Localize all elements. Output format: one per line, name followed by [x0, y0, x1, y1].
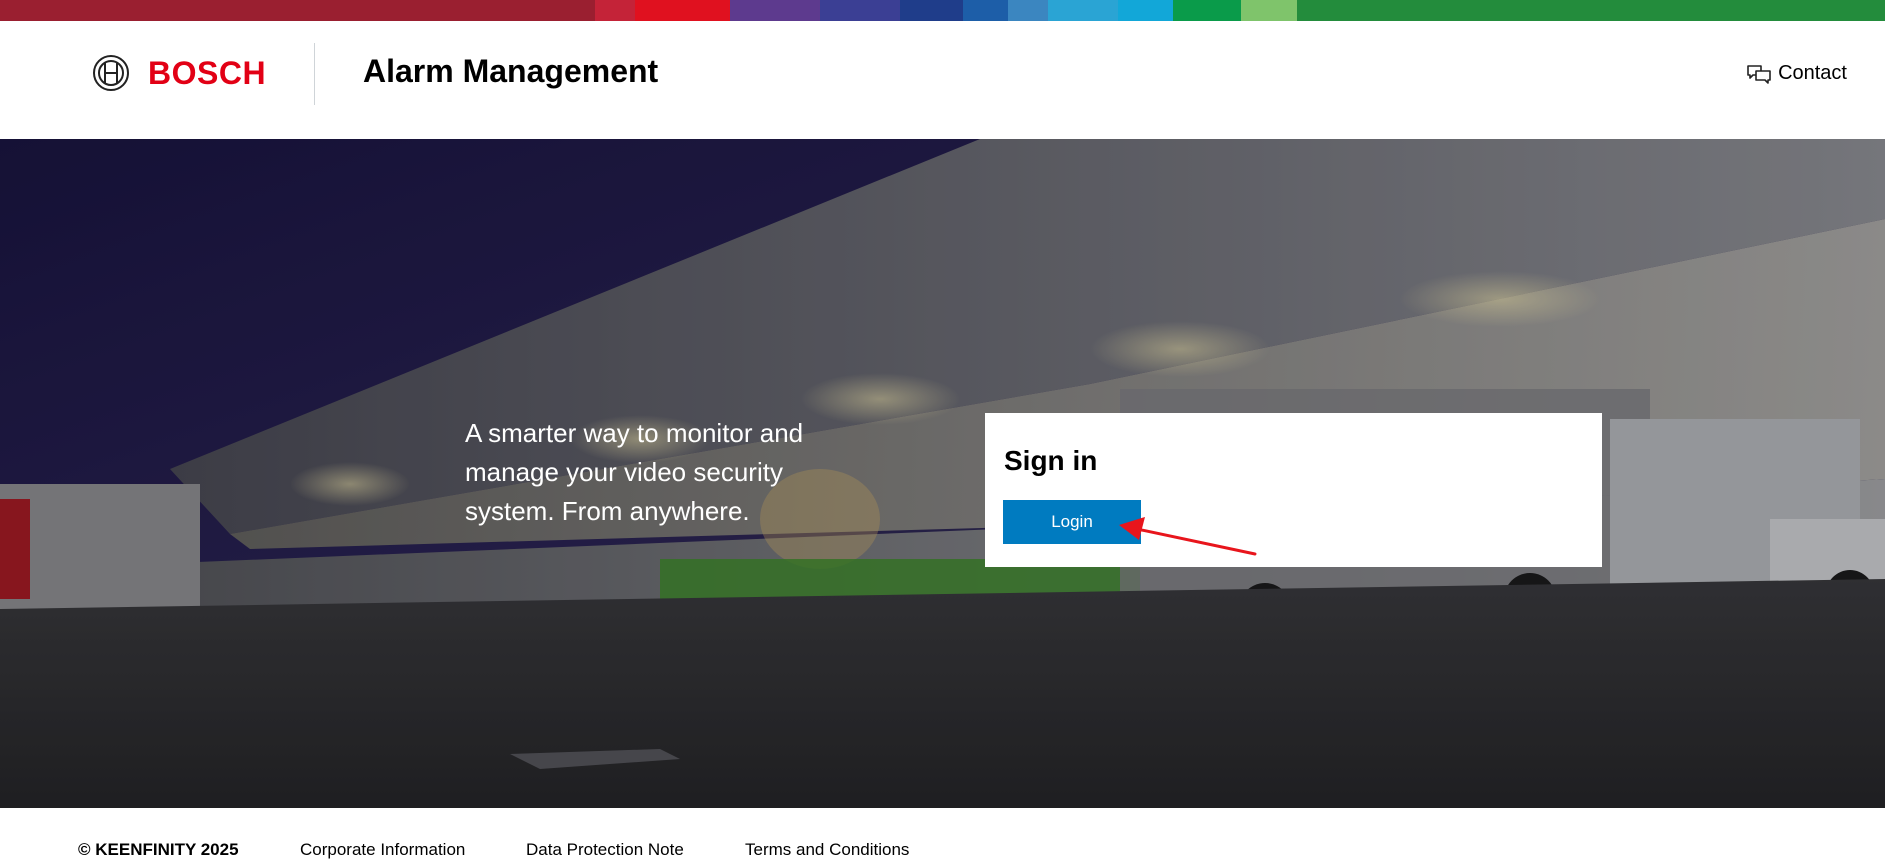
- strip-segment: [635, 0, 730, 21]
- site-header: BOSCH Alarm Management Contact: [0, 21, 1885, 139]
- header-divider: [314, 43, 315, 105]
- strip-segment: [0, 0, 595, 21]
- brand-name: BOSCH: [148, 54, 267, 91]
- hero-tagline: A smarter way to monitor and manage your…: [465, 418, 804, 526]
- chat-bubbles-icon: [1747, 64, 1771, 84]
- strip-segment: [1118, 0, 1173, 21]
- strip-segment: [1297, 0, 1885, 21]
- bosch-logo[interactable]: BOSCH: [92, 54, 266, 92]
- warehouse-background-image: [0, 139, 1885, 808]
- strip-segment: [1008, 0, 1048, 21]
- bosch-armature-icon: [93, 55, 129, 91]
- footer-link-terms[interactable]: Terms and Conditions: [745, 840, 909, 860]
- contact-label: Contact: [1778, 62, 1847, 84]
- strip-segment: [963, 0, 1008, 21]
- strip-segment: [1241, 0, 1297, 21]
- footer-link-data-protection[interactable]: Data Protection Note: [526, 840, 684, 860]
- hero-banner: A smarter way to monitor and manage your…: [0, 139, 1885, 808]
- copyright-text: © KEENFINITY 2025: [78, 840, 239, 859]
- strip-segment: [730, 0, 820, 21]
- signin-title: Sign in: [1004, 445, 1098, 476]
- footer-link-corporate-information[interactable]: Corporate Information: [300, 840, 465, 860]
- site-footer: © KEENFINITY 2025 Corporate Information …: [0, 808, 1885, 868]
- signin-card: Sign in Login: [985, 413, 1602, 567]
- strip-segment: [900, 0, 963, 21]
- brand-color-strip: [0, 0, 1885, 21]
- strip-segment: [595, 0, 635, 21]
- strip-segment: [1048, 0, 1118, 21]
- login-button[interactable]: Login: [1003, 500, 1141, 544]
- contact-link[interactable]: Contact: [1746, 62, 1847, 85]
- app-title: Alarm Management: [363, 53, 659, 89]
- strip-segment: [820, 0, 900, 21]
- strip-segment: [1173, 0, 1241, 21]
